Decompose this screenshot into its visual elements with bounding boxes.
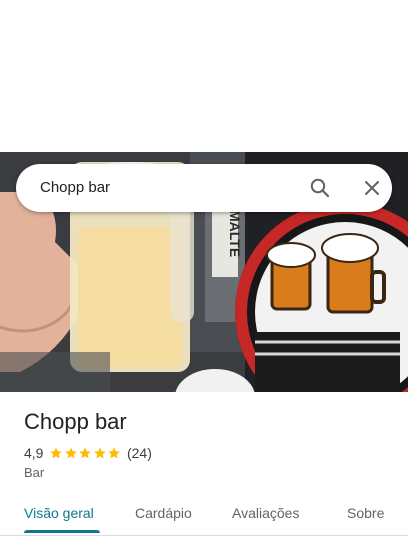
search-input[interactable]: Chopp bar — [40, 164, 110, 212]
tab-cardapio[interactable]: Cardápio — [135, 494, 192, 536]
search-icon[interactable] — [308, 176, 332, 200]
hero-sign-text: MALTE — [227, 210, 243, 257]
review-count[interactable]: (24) — [127, 445, 152, 461]
map-area-blank — [0, 0, 408, 152]
place-category[interactable]: Bar — [24, 465, 44, 480]
star-icon — [65, 447, 77, 459]
star-icon — [79, 447, 92, 459]
rating-value: 4,9 — [24, 445, 44, 461]
rating-stars — [49, 446, 122, 460]
hero-phone-text: 99238 — [258, 368, 319, 392]
active-tab-indicator — [24, 530, 100, 533]
search-bar[interactable]: Chopp bar — [16, 164, 392, 212]
rating-row[interactable]: 4,9 (24) — [24, 444, 152, 462]
star-icon — [50, 447, 63, 459]
star-icon — [108, 447, 121, 459]
tabs-divider — [0, 535, 408, 536]
tab-avaliacoes[interactable]: Avaliações — [232, 494, 299, 536]
tab-sobre[interactable]: Sobre — [347, 494, 384, 536]
close-icon[interactable] — [360, 176, 384, 200]
star-icon — [94, 447, 106, 459]
place-title: Chopp bar — [24, 409, 127, 434]
